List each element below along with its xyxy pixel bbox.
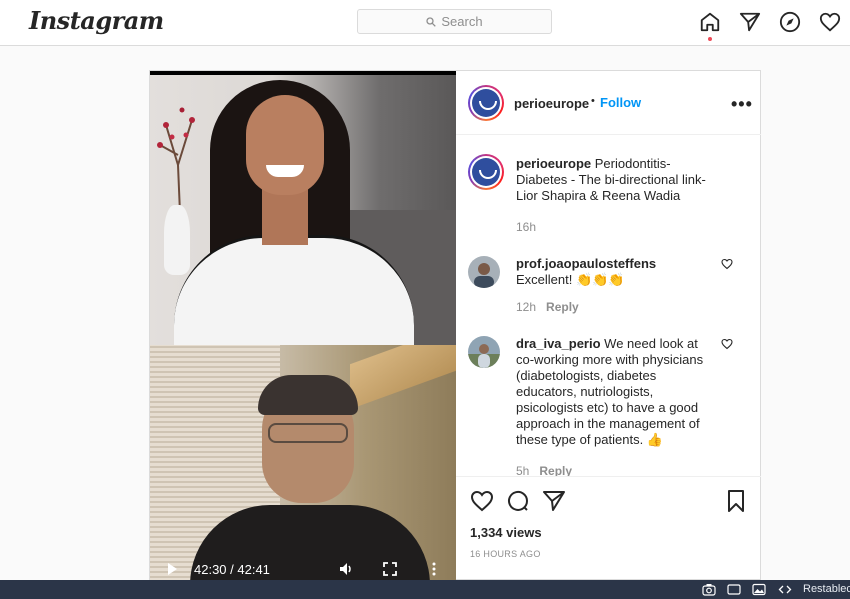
list-item: dra_iva_perio We need look at co-working… xyxy=(468,336,753,476)
caption-text: perioeurope Periodontitis-Diabetes - The… xyxy=(516,156,711,204)
volume-icon[interactable] xyxy=(338,561,354,577)
post-actions: 1,334 views 16 HOURS AGO xyxy=(456,476,761,581)
fullscreen-icon[interactable] xyxy=(382,561,398,577)
comment-username[interactable]: dra_iva_perio xyxy=(516,336,601,351)
search-icon xyxy=(426,16,437,27)
view-count[interactable]: 1,334 views xyxy=(470,525,542,540)
speaker-glasses xyxy=(268,423,348,443)
follow-button[interactable]: Follow xyxy=(600,95,641,110)
video-controls: 42:30 / 42:41 xyxy=(150,557,456,581)
header-separator: • xyxy=(591,95,595,107)
reply-button[interactable]: Reply xyxy=(546,300,579,314)
caption: perioeurope Periodontitis-Diabetes - The… xyxy=(468,154,753,236)
direct-icon[interactable] xyxy=(739,11,761,33)
search-input[interactable]: Search xyxy=(357,9,552,34)
share-icon[interactable] xyxy=(542,489,566,513)
caption-author-avatar[interactable] xyxy=(468,154,504,190)
ceiling-beam xyxy=(350,345,456,410)
search-placeholder: Search xyxy=(441,14,483,29)
comment-meta: 5h Reply xyxy=(516,464,572,476)
explore-icon[interactable] xyxy=(779,11,801,33)
post-timestamp: 16 HOURS AGO xyxy=(470,549,541,559)
vase-decoration xyxy=(164,205,190,275)
caption-time: 16h xyxy=(516,220,537,234)
comment-meta: 12h Reply xyxy=(516,300,579,314)
comment-bubble-icon[interactable] xyxy=(506,489,530,513)
restore-label[interactable]: Restablec xyxy=(803,583,850,595)
comment-time: 12h xyxy=(516,300,537,314)
commenter-avatar[interactable] xyxy=(468,336,500,368)
author-avatar[interactable] xyxy=(468,85,504,121)
like-heart-icon[interactable] xyxy=(470,489,494,513)
comment-body: Excellent! 👏👏👏 xyxy=(516,272,625,287)
comment-text: dra_iva_perio We need look at co-working… xyxy=(516,336,711,448)
like-comment-heart-icon[interactable] xyxy=(721,338,733,350)
video-more-icon[interactable] xyxy=(426,561,442,577)
comment-time: 5h xyxy=(516,464,530,476)
home-icon[interactable] xyxy=(699,11,721,33)
caption-author[interactable]: perioeurope xyxy=(516,156,591,171)
reply-button[interactable]: Reply xyxy=(539,464,572,476)
list-item: prof.joaopaulosteffens Excellent! 👏👏👏 12… xyxy=(468,256,753,316)
play-icon[interactable] xyxy=(164,561,180,577)
save-bookmark-icon[interactable] xyxy=(724,489,748,513)
post-card: 42:30 / 42:41 perioeurope • Follow ••• p… xyxy=(149,70,761,581)
speaker-smile xyxy=(266,165,304,177)
more-options-button[interactable]: ••• xyxy=(731,95,753,113)
image-icon[interactable] xyxy=(752,583,766,596)
video-timecode: 42:30 / 42:41 xyxy=(194,562,270,577)
post-header: perioeurope • Follow ••• xyxy=(456,71,761,135)
comment-body: We need look at co-working more with phy… xyxy=(516,336,704,447)
post-video[interactable]: 42:30 / 42:41 xyxy=(150,71,456,581)
activity-heart-icon[interactable] xyxy=(819,11,841,33)
video-bottom-frame xyxy=(150,345,456,581)
comment-text: prof.joaopaulosteffens Excellent! 👏👏👏 xyxy=(516,256,711,288)
comments-list[interactable]: perioeurope Periodontitis-Diabetes - The… xyxy=(456,136,761,476)
commenter-avatar[interactable] xyxy=(468,256,500,288)
camera-icon[interactable] xyxy=(702,583,716,596)
code-icon[interactable] xyxy=(778,583,792,596)
caption-meta: 16h xyxy=(516,220,536,234)
window-icon[interactable] xyxy=(727,583,741,596)
speaker-face xyxy=(246,95,324,195)
like-comment-heart-icon[interactable] xyxy=(721,258,733,270)
browser-bottom-bar: Restablec xyxy=(0,580,850,599)
speaker-hair-2 xyxy=(258,375,358,415)
video-top-frame xyxy=(150,75,456,345)
top-nav: Instagram Search xyxy=(0,0,850,46)
author-username[interactable]: perioeurope xyxy=(514,96,589,111)
instagram-logo[interactable]: Instagram xyxy=(29,6,164,35)
post-side-panel: perioeurope • Follow ••• perioeurope Per… xyxy=(456,71,761,581)
flower-branch-decoration xyxy=(157,107,195,214)
comment-username[interactable]: prof.joaopaulosteffens xyxy=(516,256,656,271)
active-indicator-dot xyxy=(708,37,712,41)
